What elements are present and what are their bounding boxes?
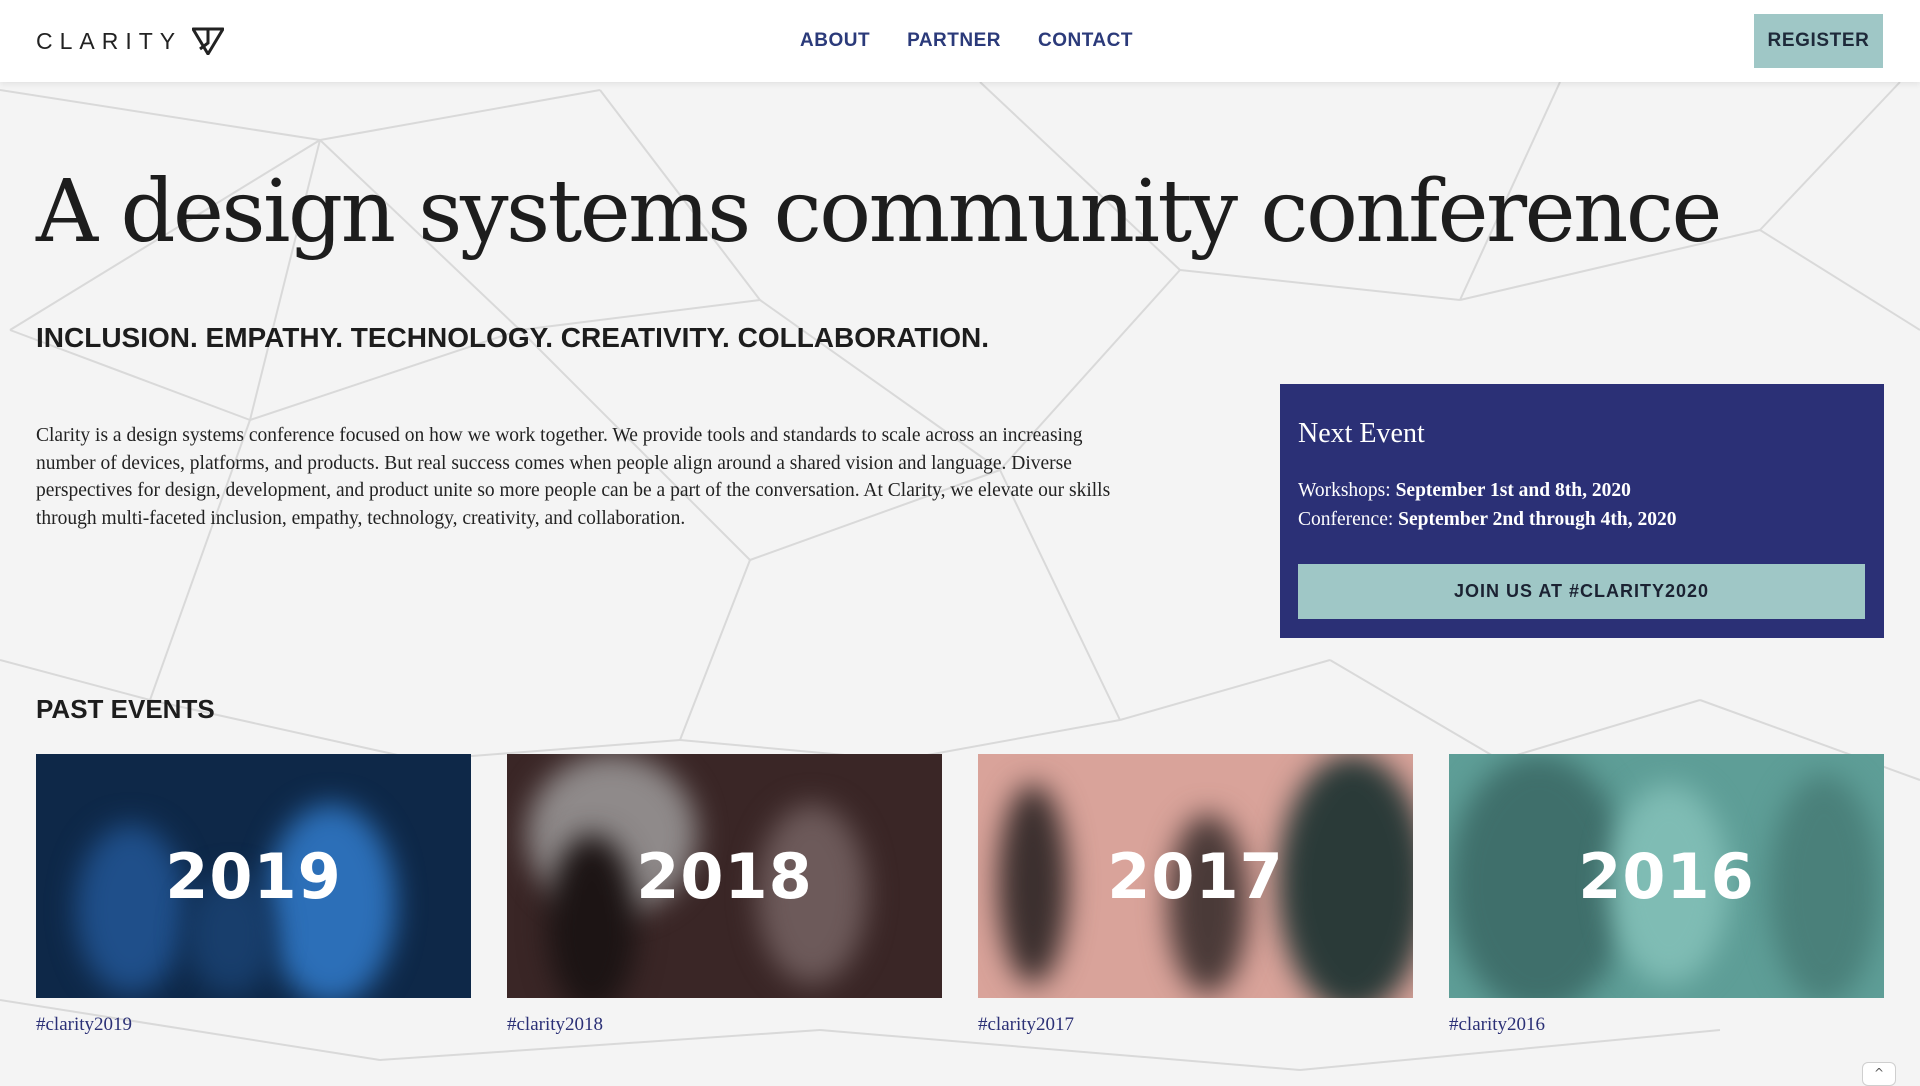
top-navigation-bar: CLARITY ABOUT PARTNER CONTACT REGISTER (0, 0, 1920, 82)
past-event-card-2018[interactable]: 2018 #clarity2018 (507, 754, 942, 1036)
register-button[interactable]: REGISTER (1754, 14, 1883, 68)
event-photo-2019[interactable]: 2019 (36, 754, 471, 998)
event-hashtag-2017[interactable]: #clarity2017 (978, 1014, 1413, 1036)
brand-logo[interactable]: CLARITY (36, 26, 225, 56)
conference-dates: Conference: September 2nd through 4th, 2… (1298, 509, 1676, 531)
event-hashtag-2016[interactable]: #clarity2016 (1449, 1014, 1884, 1036)
chevron-up-icon[interactable]: ^ (1862, 1062, 1896, 1086)
past-event-card-2019[interactable]: 2019 #clarity2019 (36, 754, 471, 1036)
page-title: A design systems community conference (36, 162, 1722, 262)
event-photo-2018[interactable]: 2018 (507, 754, 942, 998)
workshops-dates: Workshops: September 1st and 8th, 2020 (1298, 480, 1631, 502)
event-year-2017: 2017 (1107, 839, 1284, 913)
next-event-card: Next Event Workshops: September 1st and … (1280, 384, 1884, 638)
event-hashtag-2018[interactable]: #clarity2018 (507, 1014, 942, 1036)
intro-paragraph: Clarity is a design systems conference f… (36, 425, 1111, 529)
event-hashtag-2019[interactable]: #clarity2019 (36, 1014, 471, 1036)
event-year-2019: 2019 (165, 839, 342, 913)
past-event-card-2017[interactable]: 2017 #clarity2017 (978, 754, 1413, 1036)
brand-name: CLARITY (36, 27, 183, 54)
past-event-card-2016[interactable]: 2016 #clarity2016 (1449, 754, 1884, 1036)
workshops-label: Workshops: (1298, 480, 1391, 501)
past-events-heading: PAST EVENTS (36, 694, 215, 724)
nav-link-about[interactable]: ABOUT (800, 30, 870, 52)
event-photo-2017[interactable]: 2017 (978, 754, 1413, 998)
conference-label: Conference: (1298, 509, 1394, 530)
hero-tagline: INCLUSION. EMPATHY. TECHNOLOGY. CREATIVI… (36, 322, 990, 353)
conference-value: September 2nd through 4th, 2020 (1398, 509, 1677, 530)
event-year-2018: 2018 (636, 839, 813, 913)
next-event-title: Next Event (1298, 418, 1425, 449)
event-year-2016: 2016 (1578, 839, 1755, 913)
main-nav: ABOUT PARTNER CONTACT (800, 0, 1133, 82)
nav-link-partner[interactable]: PARTNER (907, 30, 1001, 52)
join-us-button[interactable]: JOIN US AT #CLARITY2020 (1298, 564, 1865, 619)
nav-link-contact[interactable]: CONTACT (1038, 30, 1133, 52)
workshops-value: September 1st and 8th, 2020 (1395, 480, 1631, 501)
clarity-arrow-icon (192, 27, 225, 55)
event-photo-2016[interactable]: 2016 (1449, 754, 1884, 998)
